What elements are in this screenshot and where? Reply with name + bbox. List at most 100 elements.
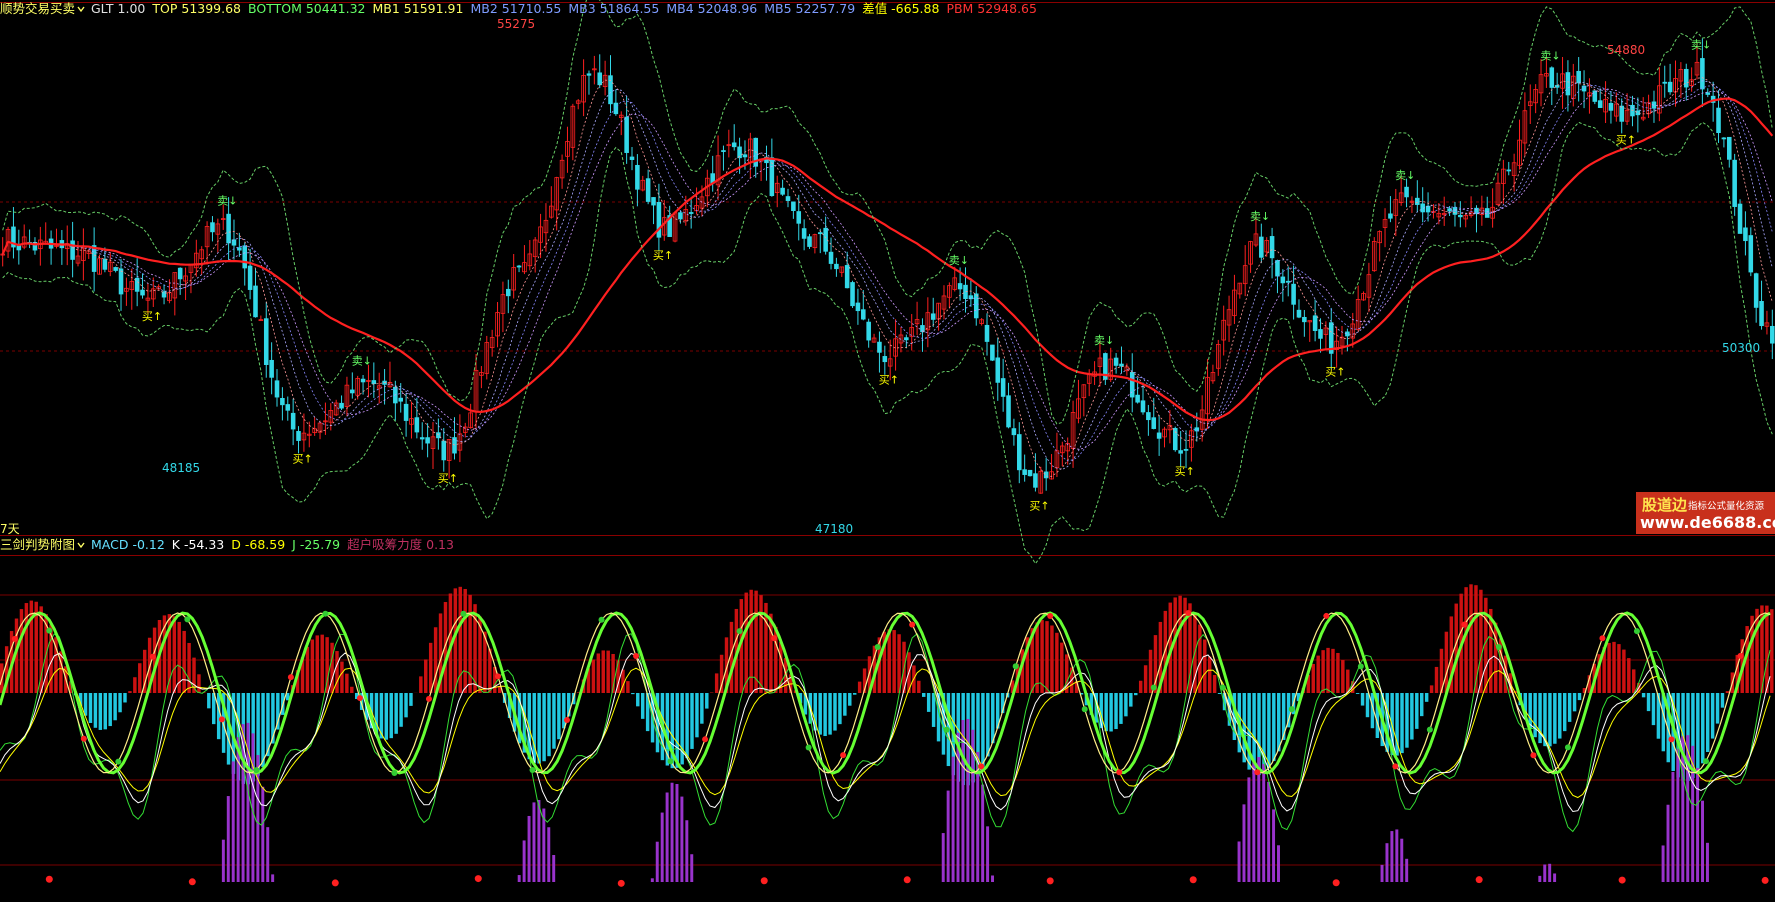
- accumulation-bar: [1405, 859, 1408, 882]
- accumulation-bar: [1400, 839, 1403, 882]
- candle-body: [1313, 316, 1317, 331]
- candle-body: [1727, 137, 1731, 159]
- main-indicator-name[interactable]: 顺势交易买卖: [0, 1, 85, 16]
- sub-indicator-header: 三剑判势附图 MACD -0.12K -54.33D -68.59J -25.7…: [0, 536, 468, 554]
- candle-body: [657, 202, 661, 237]
- chevron-down-icon[interactable]: [77, 5, 85, 13]
- candle-body: [829, 252, 833, 263]
- candle-body: [350, 390, 354, 393]
- sell-signal-label: 卖↓: [1094, 334, 1114, 347]
- candle-body: [1770, 326, 1774, 343]
- macd-bar-negative: [89, 693, 92, 723]
- macd-bar-positive: [597, 653, 600, 693]
- accumulation-bar: [1277, 845, 1280, 882]
- macd-bar-positive: [1178, 596, 1181, 693]
- signal-dot: [1185, 610, 1191, 616]
- macd-bar-negative: [207, 693, 210, 708]
- accumulation-bar: [957, 733, 960, 882]
- candle-body: [818, 233, 822, 234]
- candle-body: [878, 342, 882, 352]
- macd-bar-negative: [848, 693, 851, 706]
- candle-body: [835, 264, 839, 268]
- accumulation-bar: [1696, 768, 1699, 882]
- candle-body: [646, 179, 650, 202]
- sell-signal-label: 卖↓: [1540, 50, 1560, 63]
- signal-dot: [495, 673, 501, 679]
- signal-dot: [391, 770, 397, 776]
- accumulation-bar: [1238, 841, 1241, 882]
- candle-body: [71, 241, 75, 260]
- chevron-down-icon[interactable]: [77, 541, 85, 549]
- candle-body: [845, 265, 849, 287]
- macd-bar-positive: [715, 673, 718, 693]
- signal-dot: [633, 653, 639, 659]
- sub-indicator-name[interactable]: 三剑判势附图: [0, 537, 85, 552]
- candle-body: [1179, 451, 1183, 454]
- candle-body: [1184, 449, 1188, 450]
- signal-dot: [564, 717, 570, 723]
- signal-dot: [1323, 613, 1329, 619]
- candle-body: [1405, 187, 1409, 197]
- candle-body: [1620, 106, 1624, 121]
- macd-bar-positive: [1203, 640, 1206, 693]
- signal-dot: [1151, 685, 1157, 691]
- macd-bar-positive: [1139, 681, 1142, 693]
- macd-bar-negative: [1573, 693, 1576, 711]
- macd-bar-negative: [1553, 693, 1556, 744]
- chart-svg[interactable]: 买↑卖↓买↑卖↓买↑买↑买↑卖↓买↑卖↓买↑卖↓买↑卖↓卖↓买↑卖↓552754…: [0, 0, 1775, 898]
- candle-body: [1684, 69, 1688, 87]
- candle-body: [931, 314, 935, 320]
- candle-body: [291, 413, 295, 429]
- macd-bar-negative: [1277, 693, 1280, 751]
- price-extreme-label: 54880: [1607, 43, 1645, 57]
- buy-signal-label: 买↑: [1325, 365, 1345, 378]
- candle-body: [1152, 418, 1156, 429]
- macd-bar-positive: [306, 647, 309, 693]
- accumulation-bar: [1553, 873, 1556, 882]
- candle-body: [883, 356, 887, 361]
- macd-bar-negative: [1701, 693, 1704, 763]
- macd-bar-negative: [1706, 693, 1709, 752]
- macd-bar-positive: [1632, 669, 1635, 693]
- macd-bar-negative: [394, 693, 397, 734]
- signal-dot: [668, 758, 674, 764]
- macd-bar-positive: [858, 682, 861, 693]
- macd-bar-positive: [345, 674, 348, 693]
- sell-signal-label: 卖↓: [217, 195, 237, 208]
- candle-body: [598, 73, 602, 85]
- main-readout-bottom: BOTTOM 50441.32: [248, 1, 366, 16]
- accumulation-bar: [991, 875, 994, 882]
- macd-bar-positive: [1035, 622, 1038, 693]
- macd-bar-positive: [133, 677, 136, 693]
- macd-bar-negative: [636, 693, 639, 706]
- candle-body: [587, 74, 591, 75]
- macd-bar-negative: [542, 693, 545, 761]
- candle-body: [103, 259, 107, 269]
- candle-body: [1007, 396, 1011, 427]
- macd-bar-positive: [1331, 649, 1334, 693]
- macd-bar-positive: [335, 651, 338, 693]
- macd-bar-negative: [562, 693, 565, 728]
- candle-body: [1550, 68, 1554, 88]
- macd-bar-negative: [533, 693, 536, 763]
- macd-bar-negative: [823, 693, 826, 736]
- macd-bar-positive: [311, 640, 314, 693]
- band-ma-line: [3, 78, 1773, 477]
- candle-body: [178, 268, 182, 279]
- signal-dot: [875, 644, 881, 650]
- candle-body: [791, 202, 795, 211]
- candle-body: [372, 381, 376, 384]
- signal-dot: [1737, 653, 1743, 659]
- signal-dot: [219, 716, 225, 722]
- signal-dot: [426, 696, 432, 702]
- macd-bar-negative: [261, 693, 264, 767]
- signal-dot: [1392, 763, 1398, 769]
- candle-body: [861, 310, 865, 319]
- candle-body: [281, 398, 285, 404]
- candle-body: [1017, 435, 1021, 470]
- signal-dot: [1220, 685, 1226, 691]
- macd-bar-negative: [991, 693, 994, 743]
- candle-body: [1717, 108, 1721, 132]
- accumulation-bar: [222, 840, 225, 882]
- candle-body: [141, 290, 145, 295]
